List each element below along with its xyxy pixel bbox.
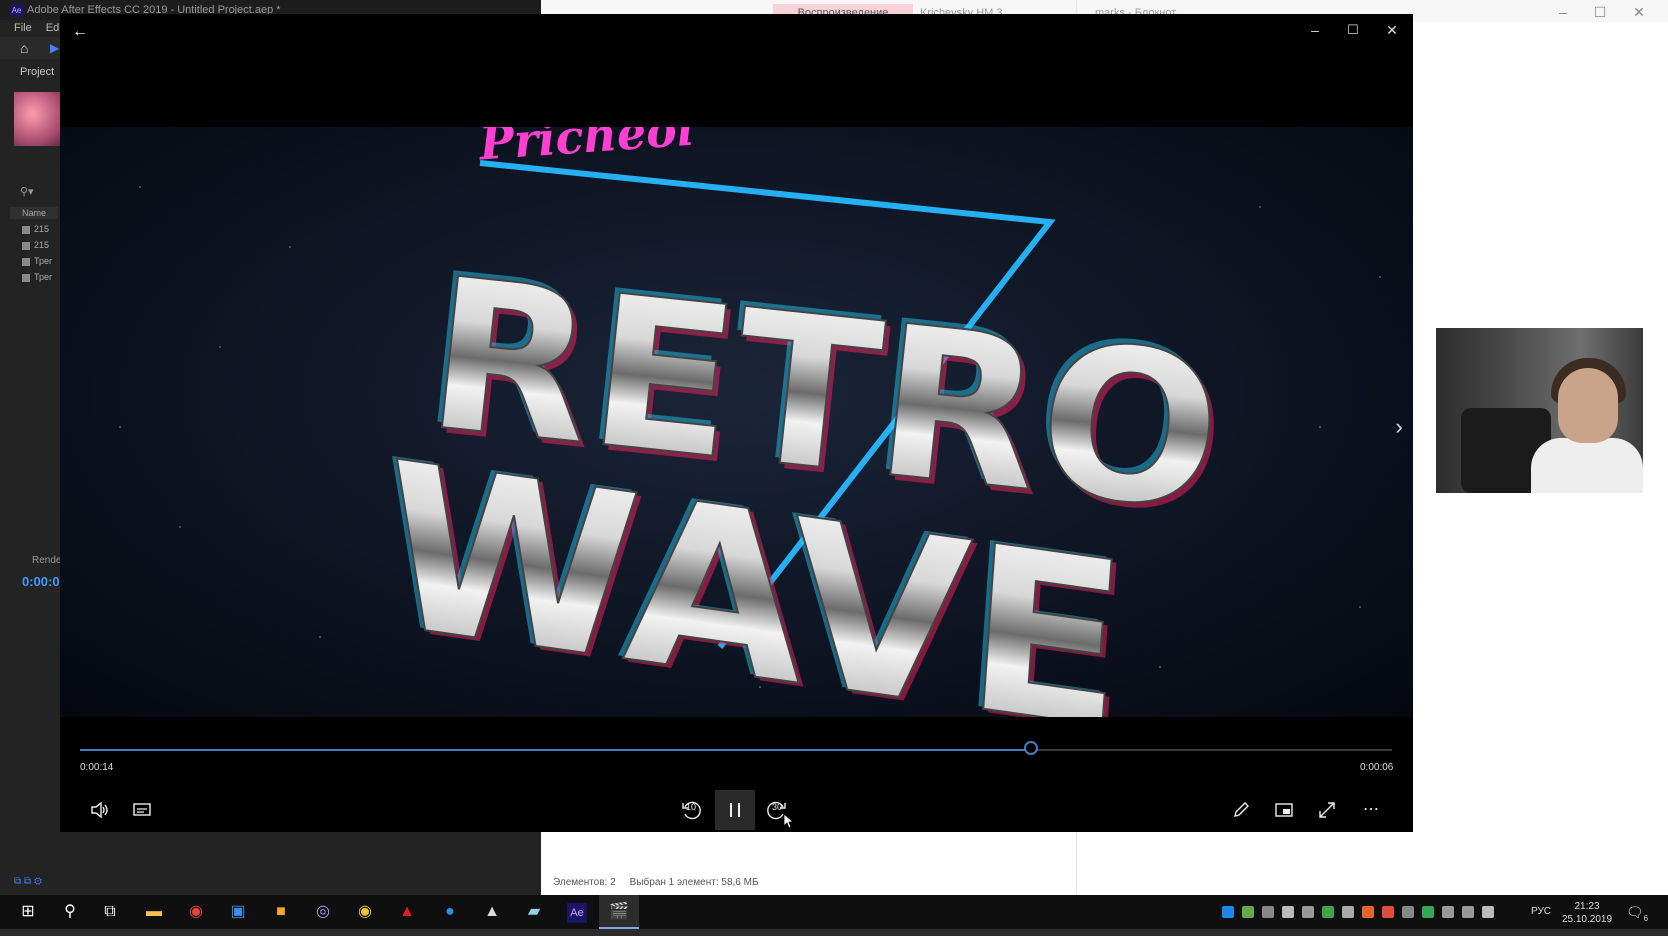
nvidia-icon[interactable] xyxy=(1242,906,1254,918)
skip-back-seconds: 10 xyxy=(685,802,696,812)
seek-bar-thumb[interactable] xyxy=(1024,741,1039,755)
subtitles-button[interactable] xyxy=(122,790,162,830)
close-icon[interactable]: ✕ xyxy=(1377,20,1407,40)
selection-tool-icon[interactable]: ▶ xyxy=(50,40,60,56)
webcam-person-head xyxy=(1558,368,1618,443)
maximize-icon[interactable]: ☐ xyxy=(1338,20,1368,40)
ae-project-tab[interactable]: Project xyxy=(20,66,54,78)
volume-button[interactable] xyxy=(80,790,120,830)
subtitles-icon xyxy=(133,803,151,816)
after-effects-label: Ae xyxy=(567,903,587,923)
remaining-time: 0:00:06 xyxy=(1360,762,1394,773)
chrome-tray-icon[interactable] xyxy=(1382,906,1394,918)
chevron-right-icon[interactable]: › xyxy=(1389,412,1409,442)
edit-button[interactable] xyxy=(1221,790,1261,830)
chrome-icon[interactable]: ◉ xyxy=(176,895,216,929)
windows-taskbar: ⊞ ⚲ ⧉ ▬ ◉ ▣ ■ ◎ ◉ ▲ ● ▲ ▰ Ae 🎬 РУС 21:23… xyxy=(0,895,1668,929)
search-icon[interactable]: ⚲ xyxy=(50,895,90,929)
save-icon[interactable]: ▣ xyxy=(218,895,258,929)
notes-icon[interactable]: ▰ xyxy=(514,895,554,929)
more-icon: ⋯ xyxy=(1363,801,1379,818)
sticky-icon[interactable]: ■ xyxy=(261,895,301,929)
link-icon[interactable] xyxy=(1262,906,1274,918)
back-arrow-icon[interactable]: ← xyxy=(70,22,90,42)
explorer-selection-info: Выбран 1 элемент: 58,6 МБ xyxy=(629,877,759,888)
movies-tv-icon[interactable]: 🎬 xyxy=(599,895,639,929)
home-icon[interactable]: ⌂ xyxy=(20,40,36,56)
ae-name-column-header[interactable]: Name xyxy=(10,207,58,219)
ae-project-item[interactable]: Трег xyxy=(22,270,60,284)
media-player-window: ← – ☐ ✕ Pricheol RETRO RETRO RETRO WAVE … xyxy=(60,14,1413,832)
check-icon[interactable] xyxy=(1422,906,1434,918)
skip-back-button[interactable]: 10 xyxy=(671,790,711,830)
webcam-overlay xyxy=(1436,328,1643,493)
video-frame[interactable]: Pricheol RETRO RETRO RETRO WAVE WAVE WAV… xyxy=(60,127,1413,717)
pause-icon xyxy=(730,802,740,817)
neon-script-text: Pricheol xyxy=(475,127,695,171)
speaker-icon[interactable] xyxy=(1482,906,1494,918)
pencil-icon xyxy=(1234,801,1249,817)
origin-icon[interactable] xyxy=(1362,906,1374,918)
fullscreen-icon xyxy=(1319,802,1335,818)
ae-project-thumbnail xyxy=(14,92,60,146)
ae-render-queue-tab[interactable]: Rende xyxy=(32,555,61,566)
photos-icon[interactable]: ▲ xyxy=(472,895,512,929)
more-options-button[interactable]: ⋯ xyxy=(1351,790,1391,830)
close-icon[interactable]: ✕ xyxy=(1624,2,1654,22)
notification-center-icon[interactable]: 🗨6 xyxy=(1622,895,1652,929)
skype-icon[interactable] xyxy=(1222,906,1234,918)
explorer-statusbar: Элементов: 2 Выбран 1 элемент: 58,6 МБ xyxy=(553,877,759,888)
cursor-tool-icon[interactable] xyxy=(1342,906,1354,918)
search-icon[interactable]: ⚲▾ xyxy=(20,185,34,198)
battery-icon[interactable] xyxy=(1442,906,1454,918)
volume-icon xyxy=(91,801,108,819)
ae-timecode[interactable]: 0:00:0 xyxy=(22,574,60,589)
shield-icon[interactable] xyxy=(1302,906,1314,918)
file-explorer-icon[interactable]: ▬ xyxy=(134,895,174,929)
obs-icon[interactable]: ◎ xyxy=(303,895,343,929)
elapsed-time: 0:00:14 xyxy=(80,762,114,773)
notification-count: 6 xyxy=(1643,913,1649,923)
after-effects-icon[interactable]: Ae xyxy=(557,895,597,929)
microphone-icon[interactable] xyxy=(1282,906,1294,918)
language-indicator[interactable]: РУС xyxy=(1531,895,1551,929)
maximize-icon[interactable]: ☐ xyxy=(1585,2,1615,22)
retrowave-video-art: Pricheol RETRO RETRO RETRO WAVE WAVE WAV… xyxy=(119,127,1381,717)
seek-bar[interactable] xyxy=(80,741,1392,755)
clock-date[interactable]: 25.10.2019 xyxy=(1558,914,1616,925)
ae-bottom-icons: ⧉ ⧉ ⚙ xyxy=(14,876,42,887)
ae-logo-icon: Ae xyxy=(10,3,23,17)
chrome-canary-icon[interactable]: ◉ xyxy=(345,895,385,929)
ae-project-item[interactable]: 215 xyxy=(22,238,60,252)
usb-icon[interactable] xyxy=(1402,906,1414,918)
webcam-person-body xyxy=(1531,438,1643,493)
acrobat-icon[interactable]: ▲ xyxy=(387,895,427,929)
task-view-icon[interactable]: ⧉ xyxy=(90,895,130,929)
pause-button[interactable] xyxy=(715,790,755,830)
clock-time[interactable]: 21:23 xyxy=(1561,901,1613,912)
explorer-item-count: Элементов: 2 xyxy=(553,877,616,888)
mini-view-button[interactable] xyxy=(1264,790,1304,830)
mini-view-icon xyxy=(1275,803,1293,817)
skip-forward-seconds: 30 xyxy=(771,802,782,812)
edge-icon[interactable]: ● xyxy=(430,895,470,929)
system-tray-icons[interactable] xyxy=(1218,895,1498,929)
ae-menu-file[interactable]: File xyxy=(14,22,32,34)
mouse-cursor-icon xyxy=(784,814,794,828)
ae-project-item[interactable]: 215 xyxy=(22,222,60,236)
start-icon[interactable]: ⊞ xyxy=(8,895,48,929)
minimize-icon[interactable]: – xyxy=(1300,20,1330,40)
seek-bar-progress xyxy=(80,749,1032,751)
fullscreen-button[interactable] xyxy=(1307,790,1347,830)
ae-project-item[interactable]: Трег xyxy=(22,254,60,268)
cloud-icon[interactable] xyxy=(1322,906,1334,918)
minimize-icon[interactable]: – xyxy=(1548,2,1578,22)
network-icon[interactable] xyxy=(1462,906,1474,918)
